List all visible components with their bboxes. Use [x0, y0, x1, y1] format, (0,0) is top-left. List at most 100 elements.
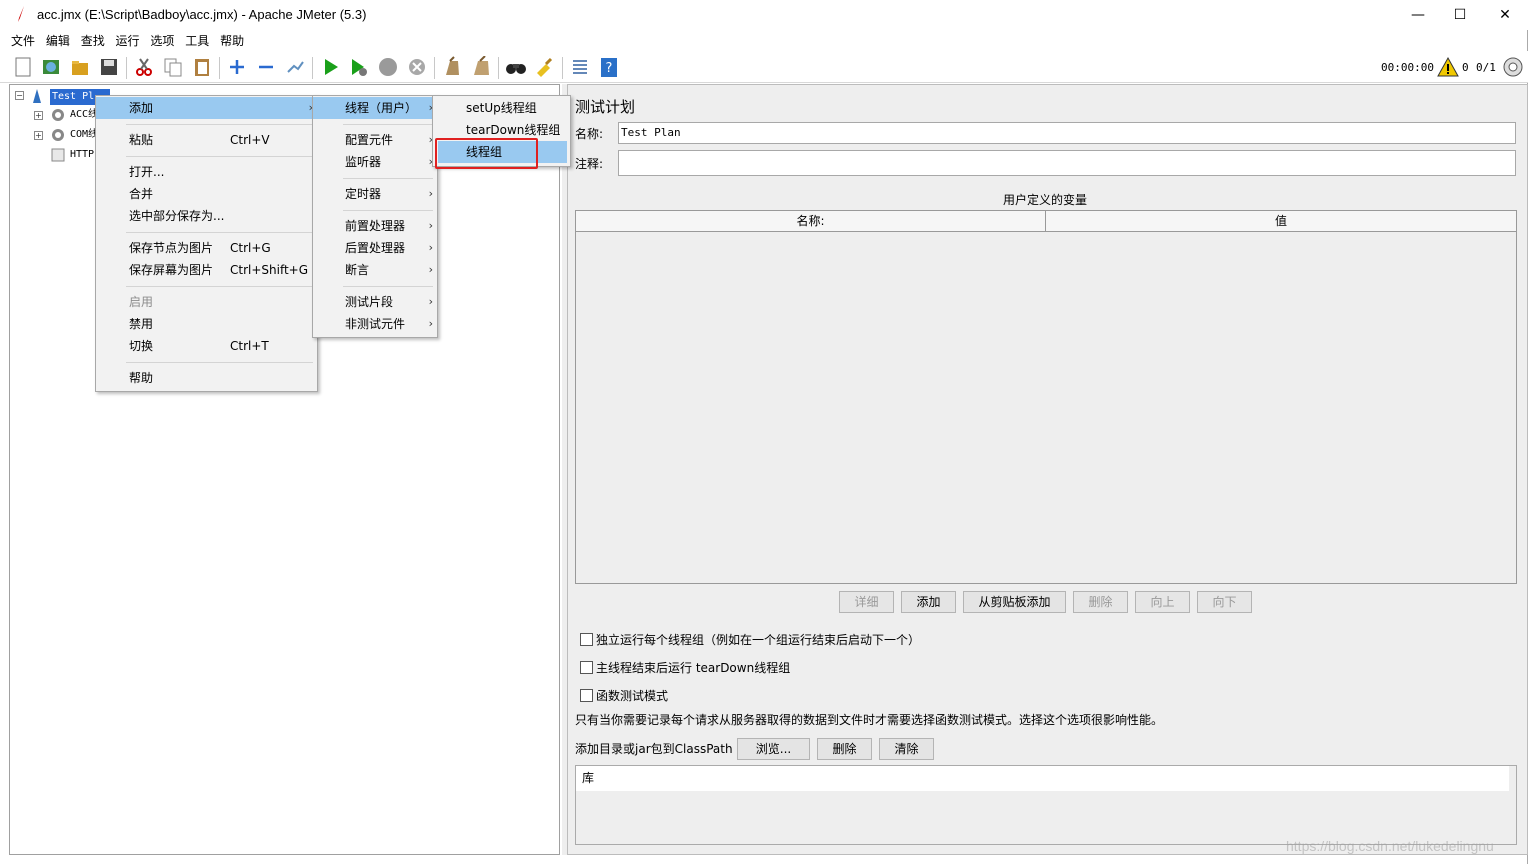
minimize-button[interactable]: —	[1395, 0, 1441, 30]
menu-item-enable[interactable]: 启用	[96, 291, 317, 313]
collapse-all-icon[interactable]	[255, 56, 277, 78]
watermark: https://blog.csdn.net/lukedelingnu	[1286, 838, 1494, 854]
submenu-item-test-fragment[interactable]: 测试片段 ›	[313, 291, 437, 313]
menu-item-save-node-image[interactable]: 保存节点为图片 Ctrl+G	[96, 237, 317, 259]
submenu-item-non-test-element[interactable]: 非测试元件 ›	[313, 313, 437, 335]
menu-item-save-screen-image[interactable]: 保存屏幕为图片 Ctrl+Shift+G	[96, 259, 317, 281]
tree-collapse-toggle[interactable]: −	[15, 91, 24, 100]
submenu-item-config-element[interactable]: 配置元件 ›	[313, 129, 437, 151]
gear-icon	[52, 129, 64, 141]
submenu-item-setup-thread-group[interactable]: setUp线程组	[433, 97, 570, 119]
remote-status-icon	[1503, 57, 1523, 77]
close-button[interactable]: ✕	[1482, 0, 1528, 30]
classpath-label: 添加目录或jar包到ClassPath	[575, 742, 733, 756]
col-header-name[interactable]: 名称:	[576, 211, 1046, 232]
window-title: acc.jmx (E:\Script\Badboy\acc.jmx) - Apa…	[37, 7, 367, 22]
menu-item-paste[interactable]: 粘贴 Ctrl+V	[96, 129, 317, 151]
warning-icon[interactable]	[1437, 56, 1459, 78]
user-vars-table[interactable]: 名称: 值	[575, 210, 1517, 584]
active-threads: 0/1	[1476, 61, 1496, 74]
functional-mode-checkbox[interactable]	[580, 689, 593, 702]
stop-icon[interactable]	[377, 56, 399, 78]
classpath-delete-button[interactable]: 删除	[817, 738, 872, 760]
save-icon[interactable]	[98, 56, 120, 78]
clear-icon[interactable]	[441, 56, 463, 78]
menu-tools[interactable]: 工具	[185, 31, 209, 51]
gear-icon	[52, 109, 64, 121]
templates-icon[interactable]	[40, 56, 62, 78]
submenu-item-postprocessor[interactable]: 后置处理器 ›	[313, 237, 437, 259]
detail-button[interactable]: 详细	[839, 591, 894, 613]
classpath-clear-button[interactable]: 清除	[879, 738, 934, 760]
maximize-button[interactable]: ☐	[1437, 0, 1483, 30]
browse-button[interactable]: 浏览...	[737, 738, 810, 760]
menu-item-merge[interactable]: 合并	[96, 183, 317, 205]
col-header-value[interactable]: 值	[1046, 211, 1516, 232]
add-from-clipboard-button[interactable]: 从剪贴板添加	[963, 591, 1066, 613]
expand-all-icon[interactable]	[226, 56, 248, 78]
menu-item-open[interactable]: 打开...	[96, 161, 317, 183]
help-icon[interactable]: ?	[598, 56, 620, 78]
menu-run[interactable]: 运行	[116, 31, 140, 51]
classpath-library-table[interactable]: 库	[575, 765, 1517, 845]
svg-text:?: ?	[606, 61, 613, 76]
menu-item-help[interactable]: 帮助	[96, 367, 317, 389]
tree-expand-toggle[interactable]: +	[34, 111, 43, 120]
tree-expand-toggle[interactable]: +	[34, 131, 43, 140]
menu-bar: 文件 编辑 查找 运行 选项 工具 帮助	[0, 31, 1528, 51]
paste-icon[interactable]	[191, 56, 213, 78]
move-down-button[interactable]: 向下	[1197, 591, 1252, 613]
menu-options[interactable]: 选项	[150, 31, 174, 51]
submenu-item-listener[interactable]: 监听器 ›	[313, 151, 437, 173]
jmeter-window: acc.jmx (E:\Script\Badboy\acc.jmx) - Apa…	[0, 0, 1528, 864]
test-plan-icon	[33, 89, 41, 103]
highlight-box	[435, 138, 538, 169]
add-submenu: 线程（用户） › 配置元件 › 监听器 › 定时器 › 前置处理器 › 后置处理器 › 断言…	[312, 95, 438, 338]
comment-field[interactable]	[618, 150, 1516, 176]
submenu-item-assertion[interactable]: 断言 ›	[313, 259, 437, 281]
title-bar: acc.jmx (E:\Script\Badboy\acc.jmx) - Apa…	[0, 0, 1528, 30]
tree-node-thread-group[interactable]: ACC线	[70, 107, 98, 123]
start-icon[interactable]	[320, 56, 342, 78]
tree-node-http[interactable]: HTTP	[70, 147, 94, 163]
menu-item-add[interactable]: 添加 ›	[96, 97, 317, 119]
menu-edit[interactable]: 编辑	[46, 31, 70, 51]
menu-item-save-selection[interactable]: 选中部分保存为...	[96, 205, 317, 227]
toggle-icon[interactable]	[284, 56, 306, 78]
functional-mode-note: 只有当你需要记录每个请求从服务器取得的数据到文件时才需要选择函数测试模式。选择这…	[575, 713, 1164, 727]
function-helper-icon[interactable]	[569, 56, 591, 78]
submenu-item-timer[interactable]: 定时器 ›	[313, 183, 437, 205]
search-icon[interactable]	[505, 56, 527, 78]
menu-file[interactable]: 文件	[11, 31, 35, 51]
shutdown-icon[interactable]	[406, 56, 428, 78]
tree-node-thread-group[interactable]: COM线	[70, 127, 98, 143]
reset-search-icon[interactable]	[534, 56, 556, 78]
teardown-on-shutdown-label: 主线程结束后运行 tearDown线程组	[596, 661, 791, 675]
elapsed-time: 00:00:00	[1381, 61, 1434, 74]
library-header[interactable]: 库	[576, 766, 1509, 791]
submenu-item-threads[interactable]: 线程（用户） ›	[313, 97, 437, 119]
cut-icon[interactable]	[133, 56, 155, 78]
jmeter-feather-icon	[18, 6, 24, 22]
move-up-button[interactable]: 向上	[1135, 591, 1190, 613]
menu-item-toggle[interactable]: 切换 Ctrl+T	[96, 335, 317, 357]
start-no-pause-icon[interactable]	[348, 56, 370, 78]
menu-item-disable[interactable]: 禁用	[96, 313, 317, 335]
menu-search[interactable]: 查找	[81, 31, 105, 51]
add-button[interactable]: 添加	[901, 591, 956, 613]
menu-help[interactable]: 帮助	[220, 31, 244, 51]
delete-button[interactable]: 删除	[1073, 591, 1128, 613]
context-menu: 添加 › 粘贴 Ctrl+V 打开... 合并 选中部分保存为... 保存节点为图片…	[95, 95, 318, 392]
clear-all-icon[interactable]	[470, 56, 492, 78]
independent-threadgroups-checkbox[interactable]	[580, 633, 593, 646]
copy-icon[interactable]	[162, 56, 184, 78]
teardown-on-shutdown-checkbox[interactable]	[580, 661, 593, 674]
toolbar: ?	[0, 51, 1528, 83]
comment-label: 注释:	[575, 157, 604, 171]
name-field[interactable]: Test Plan	[618, 122, 1516, 144]
submenu-item-preprocessor[interactable]: 前置处理器 ›	[313, 215, 437, 237]
functional-mode-label: 函数测试模式	[596, 689, 669, 703]
open-icon[interactable]	[69, 56, 91, 78]
name-label: 名称:	[575, 127, 604, 141]
new-icon[interactable]	[12, 56, 34, 78]
